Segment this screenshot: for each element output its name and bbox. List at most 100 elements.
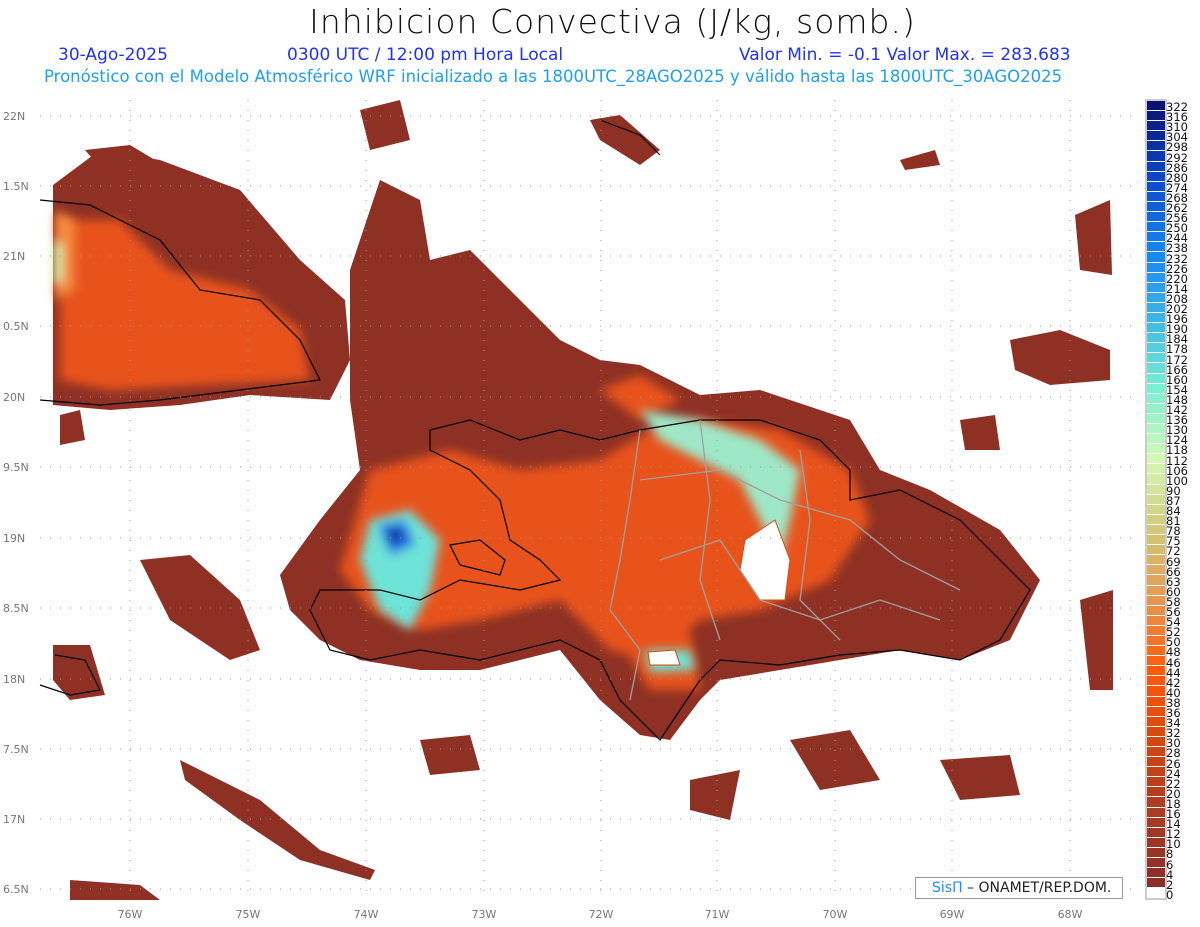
colorbar-swatch [1147, 393, 1165, 404]
colorbar-swatch [1147, 252, 1165, 263]
colorbar-swatch [1147, 191, 1165, 202]
colorbar-swatch [1147, 646, 1165, 657]
colorbar-swatch [1147, 282, 1165, 293]
lon-label: 75W [236, 908, 261, 921]
colorbar-swatch [1147, 262, 1165, 273]
lon-label: 69W [940, 908, 965, 921]
colorbar-swatch [1147, 201, 1165, 213]
colorbar-swatch [1147, 131, 1165, 142]
lat-label: 17N [3, 813, 25, 826]
lat-label: 7.5N [3, 743, 29, 756]
colorbar-swatch [1147, 212, 1165, 223]
lon-label: 74W [354, 908, 379, 921]
lat-label: 6.5N [3, 883, 29, 896]
colorbar-swatch [1147, 434, 1165, 445]
lat-label: 18N [3, 673, 25, 686]
lat-label: 21N [3, 250, 25, 263]
colorbar-swatch [1147, 373, 1165, 384]
colorbar-swatch [1147, 545, 1165, 556]
colorbar-swatch [1147, 312, 1165, 324]
colorbar-swatch [1147, 504, 1165, 515]
colorbar-swatch [1147, 878, 1165, 889]
colorbar-swatch [1147, 302, 1165, 313]
colorbar-swatch [1147, 171, 1165, 182]
lat-label: 20N [3, 391, 25, 404]
colorbar-swatch [1147, 565, 1165, 576]
colorbar-swatch [1147, 323, 1165, 334]
lat-label: 0.5N [3, 320, 29, 333]
colorbar-swatch [1147, 726, 1165, 737]
lon-label: 68W [1058, 908, 1083, 921]
credit-box: SisΠ – ONAMET/REP.DOM. [915, 877, 1123, 899]
credit-text: – ONAMET/REP.DOM. [962, 880, 1112, 896]
colorbar-swatch [1147, 635, 1165, 647]
colorbar-swatch [1147, 424, 1165, 435]
colorbar-swatch [1147, 767, 1165, 778]
cin-map: 22N 1.5N 21N 0.5N 20N 9.5N 19N 8.5N 18N 7.5N 17N 6.… [3, 100, 1135, 921]
longitude-labels: 76W 75W 74W 73W 72W 71W 70W 69W 68W [118, 908, 1083, 921]
colorbar-swatch [1147, 514, 1165, 525]
colorbar-swatch [1147, 676, 1165, 687]
colorbar-swatch [1147, 161, 1165, 172]
colorbar-swatch [1147, 464, 1165, 475]
lon-label: 71W [705, 908, 730, 921]
colorbar-swatch [1147, 242, 1165, 253]
lat-label: 8.5N [3, 602, 29, 615]
lat-label: 1.5N [3, 180, 29, 193]
colorbar-swatch [1147, 777, 1165, 788]
colorbar-swatch [1147, 888, 1165, 899]
colorbar-swatch [1147, 413, 1165, 424]
colorbar-swatch [1147, 686, 1165, 697]
colorbar-swatch [1147, 706, 1165, 717]
colorbar-swatch [1147, 524, 1165, 536]
colorbar-swatch [1147, 696, 1165, 707]
lon-label: 70W [823, 908, 848, 921]
colorbar-swatch [1147, 787, 1165, 798]
colorbar-swatch [1147, 292, 1165, 303]
colorbar-swatch [1147, 847, 1165, 859]
colorbar-swatch [1147, 575, 1165, 586]
colorbar-swatch [1147, 141, 1165, 152]
colorbar-swatch [1147, 807, 1165, 818]
colorbar-swatch [1147, 101, 1165, 112]
colorbar-swatch [1147, 494, 1165, 505]
colorbar-swatch [1147, 444, 1165, 455]
colorbar-swatch [1147, 757, 1165, 768]
colorbar-swatch [1147, 151, 1165, 162]
lon-label: 72W [589, 908, 614, 921]
latitude-labels: 22N 1.5N 21N 0.5N 20N 9.5N 19N 8.5N 18N 7.5N 17N 6.… [3, 110, 29, 896]
colorbar-swatch [1147, 736, 1165, 747]
colorbar-swatch [1147, 747, 1165, 758]
colorbar-swatch [1147, 333, 1165, 344]
colorbar-swatch [1147, 535, 1165, 546]
colorbar-swatch [1147, 353, 1165, 364]
lat-label: 22N [3, 110, 25, 123]
colorbar-swatch [1147, 403, 1165, 414]
lat-label: 9.5N [3, 461, 29, 474]
colorbar-swatch [1147, 484, 1165, 495]
colorbar-swatch [1147, 474, 1165, 485]
colorbar-swatch [1147, 595, 1165, 606]
colorbar-swatch [1147, 666, 1165, 677]
lon-label: 73W [472, 908, 497, 921]
colorbar-swatch [1147, 232, 1165, 243]
colorbar-swatch [1147, 817, 1165, 828]
colorbar-swatch [1147, 868, 1165, 879]
credit-brand: SisΠ [932, 880, 963, 896]
colorbar [1145, 99, 1167, 901]
colorbar-swatch [1147, 181, 1165, 192]
colorbar-swatch [1147, 858, 1165, 869]
colorbar-swatch [1147, 454, 1165, 465]
colorbar-swatch [1147, 837, 1165, 848]
colorbar-swatch [1147, 605, 1165, 616]
colorbar-swatch [1147, 121, 1165, 132]
colorbar-swatch [1147, 797, 1165, 808]
colorbar-swatch [1147, 656, 1165, 667]
colorbar-swatch [1147, 363, 1165, 374]
colorbar-swatch [1147, 625, 1165, 636]
lat-label: 19N [3, 532, 25, 545]
lon-label: 76W [118, 908, 143, 921]
colorbar-swatch [1147, 272, 1165, 283]
colorbar-swatch [1147, 716, 1165, 727]
colorbar-label: 0 [1166, 887, 1174, 902]
